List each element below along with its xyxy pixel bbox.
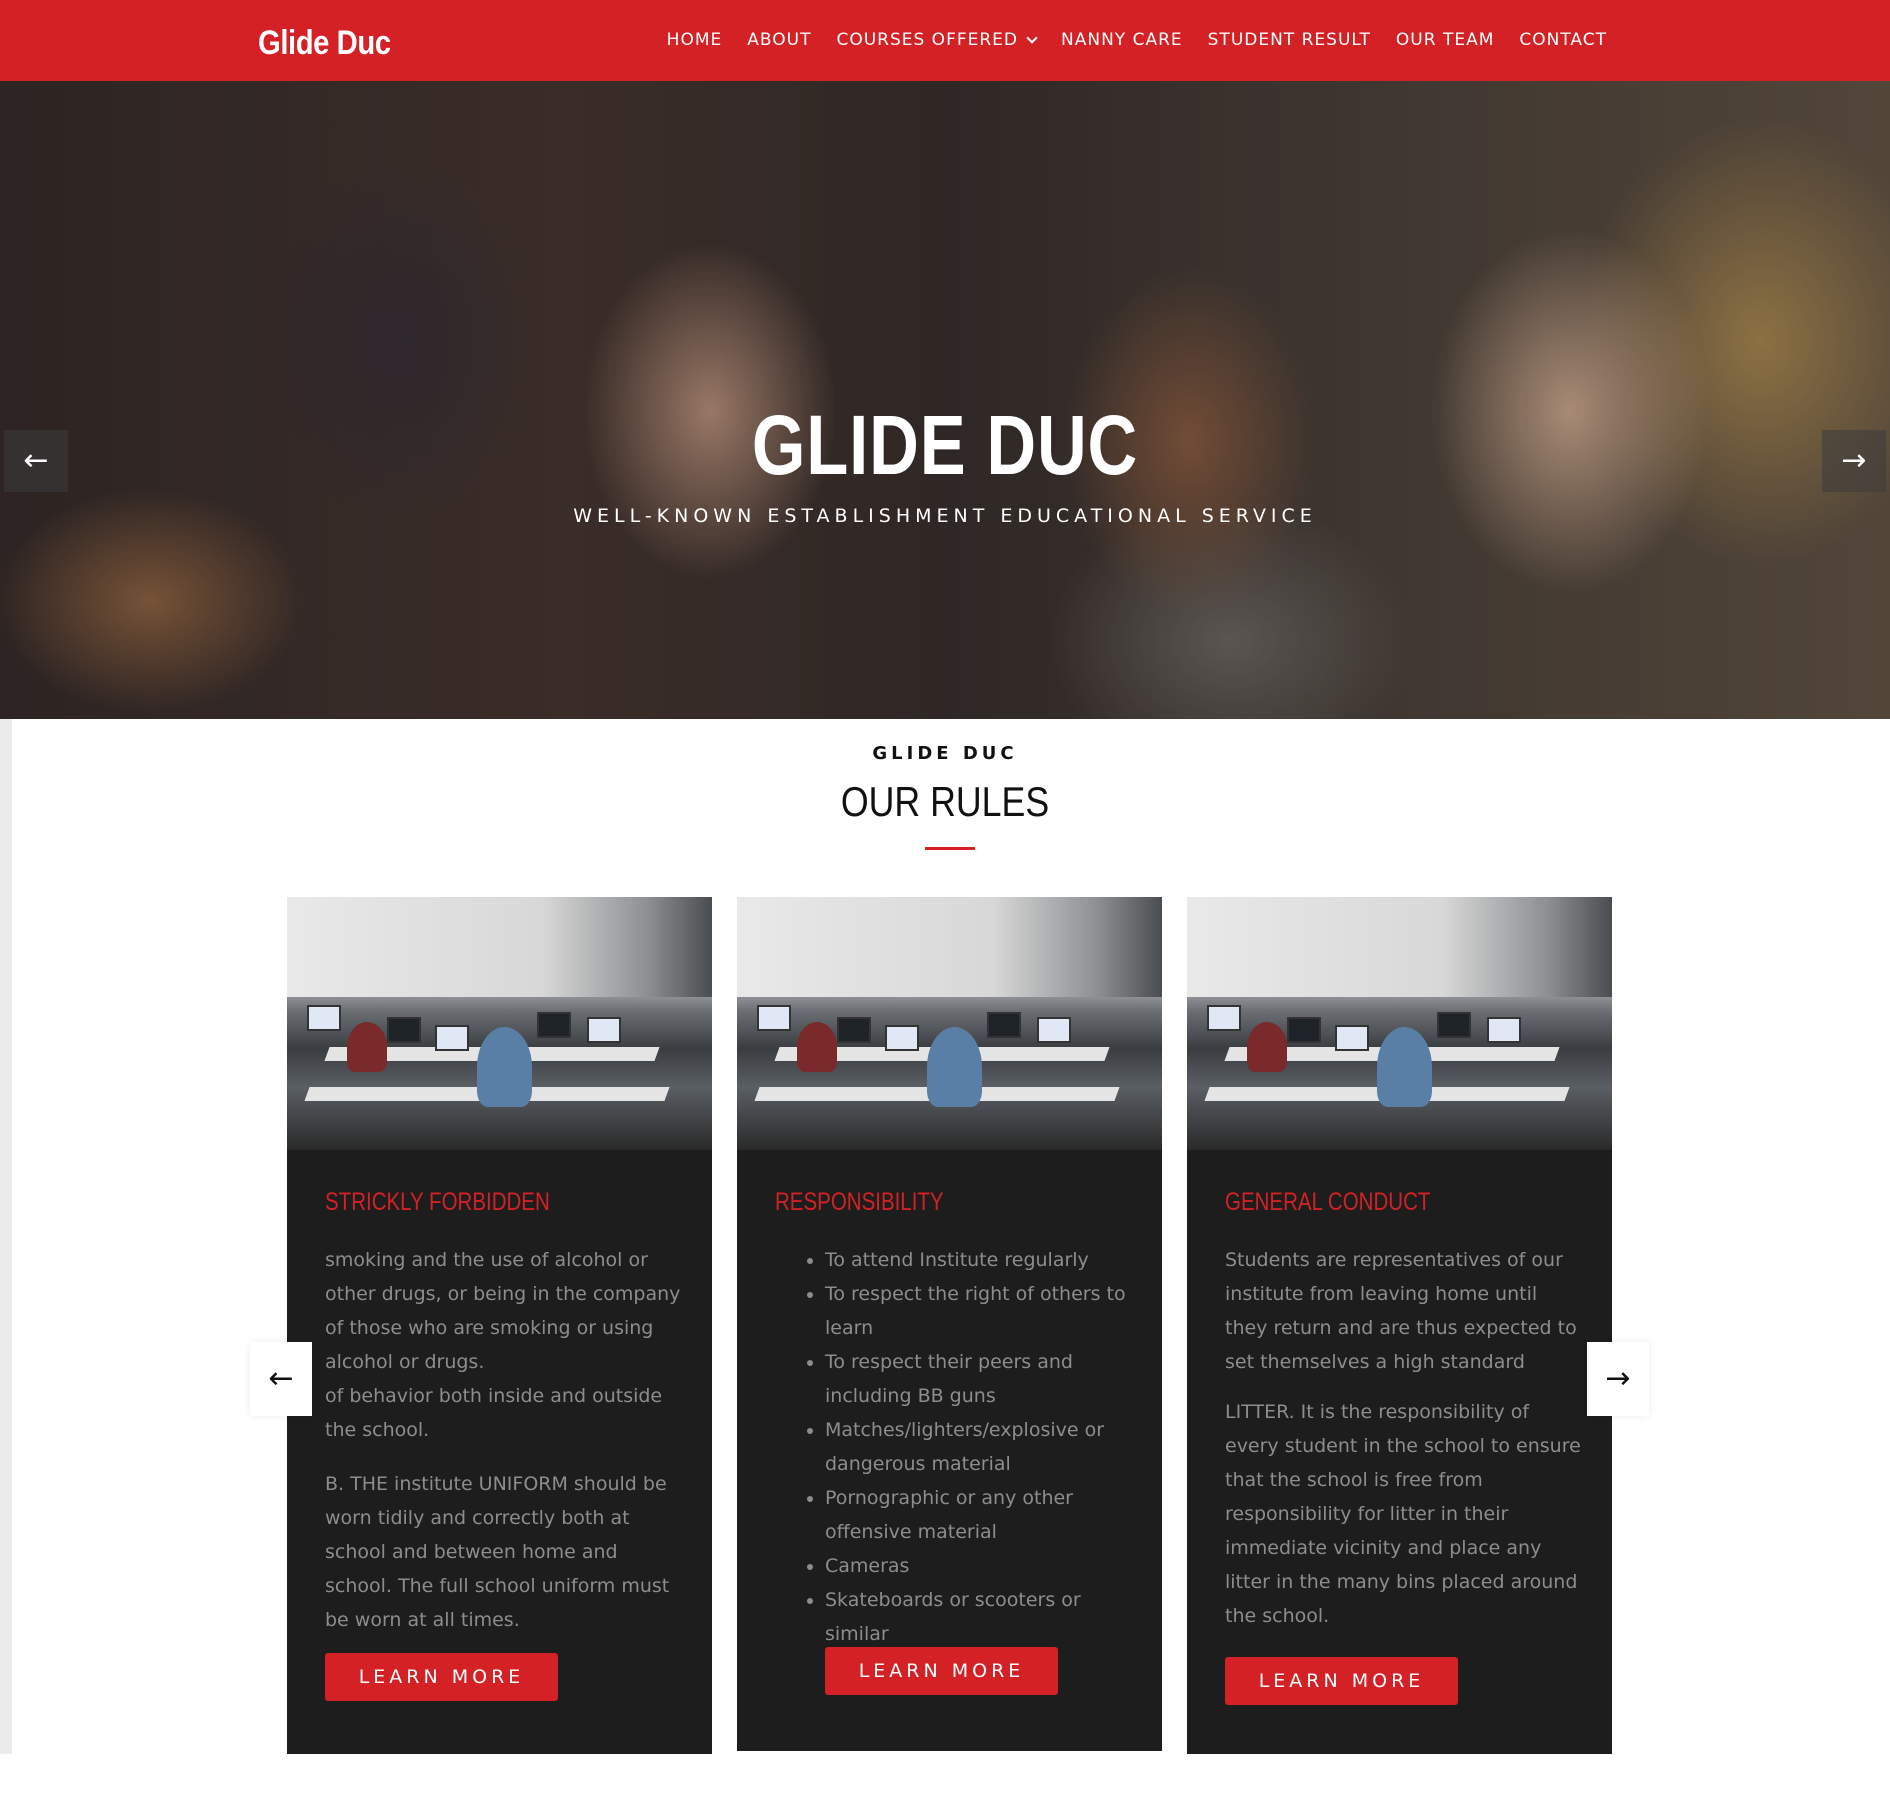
arrow-right-icon: → — [1605, 1361, 1631, 1396]
computer-lab-image — [287, 897, 712, 1150]
brand-logo[interactable]: Glide Duc — [258, 24, 391, 63]
nav-courses-dropdown[interactable]: COURSES OFFERED — [836, 30, 1038, 50]
list-item: Cameras — [825, 1549, 1145, 1583]
cards-prev-button[interactable]: ← — [250, 1342, 312, 1416]
nav-our-team-link[interactable]: OUR TEAM — [1396, 30, 1494, 50]
card-heading: GENERAL CONDUCT — [1225, 1188, 1431, 1216]
hero-subtitle: WELL-KNOWN ESTABLISHMENT EDUCATIONAL SER… — [573, 505, 1317, 527]
list-item: Pornographic or any other offensive mate… — [825, 1481, 1145, 1549]
card-body: To attend Institute regularly To respect… — [775, 1243, 1145, 1651]
nav-our-team-label: OUR TEAM — [1395, 30, 1495, 50]
card-paragraph: of behavior both inside and outside the … — [325, 1385, 663, 1441]
cards-next-button[interactable]: → — [1587, 1342, 1649, 1416]
main-menu: HOME ABOUT COURSES OFFERED NANNY CARE ST… — [642, 30, 1607, 50]
hero-slider: GLIDE DUC WELL-KNOWN ESTABLISHMENT EDUCA… — [0, 81, 1890, 719]
responsibility-list: To attend Institute regularly To respect… — [775, 1243, 1145, 1651]
nav-nanny-care-link[interactable]: NANNY CARE — [1061, 30, 1183, 50]
nav-about-label: ABOUT — [747, 30, 812, 50]
hero-prev-button[interactable]: ← — [4, 430, 68, 492]
learn-more-button[interactable]: LEARN MORE — [825, 1647, 1058, 1695]
card-body: Students are representatives of our inst… — [1225, 1243, 1585, 1649]
rule-card-responsibility: RESPONSIBILITY To attend Institute regul… — [737, 897, 1162, 1751]
nav-about-link[interactable]: ABOUT — [747, 30, 811, 50]
card-paragraph: smoking and the use of alcohol or other … — [325, 1249, 681, 1373]
arrow-left-icon: ← — [23, 443, 49, 478]
computer-lab-image — [1187, 897, 1612, 1150]
rule-card-forbidden: STRICKLY FORBIDDEN smoking and the use o… — [287, 897, 712, 1754]
top-navbar: Glide Duc HOME ABOUT COURSES OFFERED NAN… — [0, 0, 1890, 81]
card-paragraph: LITTER. It is the responsibility of ever… — [1225, 1401, 1581, 1627]
rule-card-conduct: GENERAL CONDUCT Students are representat… — [1187, 897, 1612, 1754]
section-title: OUR RULES — [840, 778, 1050, 825]
left-edge-strip — [0, 719, 12, 1754]
computer-lab-image — [737, 897, 1162, 1150]
card-heading: RESPONSIBILITY — [775, 1188, 944, 1216]
learn-more-button[interactable]: LEARN MORE — [325, 1653, 558, 1701]
chevron-down-icon — [1026, 31, 1038, 44]
arrow-right-icon: → — [1841, 443, 1867, 478]
card-paragraph: B. THE institute UNIFORM should be worn … — [325, 1473, 670, 1631]
nav-student-result-label: STUDENT RESULT — [1207, 30, 1371, 50]
title-divider — [925, 847, 975, 850]
nav-nanny-care-label: NANNY CARE — [1061, 30, 1183, 50]
learn-more-button[interactable]: LEARN MORE — [1225, 1657, 1458, 1705]
card-heading: STRICKLY FORBIDDEN — [325, 1188, 550, 1216]
hero-title: GLIDE DUC — [751, 398, 1139, 492]
list-item: To respect the right of others to learn — [825, 1277, 1145, 1345]
card-paragraph: Students are representatives of our inst… — [1225, 1249, 1577, 1373]
nav-home-label: HOME — [666, 30, 723, 50]
nav-home-link[interactable]: HOME — [667, 30, 723, 50]
nav-student-result-link[interactable]: STUDENT RESULT — [1208, 30, 1371, 50]
list-item: Skateboards or scooters or similar — [825, 1583, 1145, 1651]
list-item: To attend Institute regularly — [825, 1243, 1145, 1277]
list-item: Matches/lighters/explosive or dangerous … — [825, 1413, 1145, 1481]
nav-contact-label: CONTACT — [1519, 30, 1607, 50]
nav-contact-link[interactable]: CONTACT — [1519, 30, 1607, 50]
card-body: smoking and the use of alcohol or other … — [325, 1243, 681, 1653]
list-item: To respect their peers and including BB … — [825, 1345, 1145, 1413]
arrow-left-icon: ← — [268, 1361, 294, 1396]
section-eyebrow: GLIDE DUC — [872, 743, 1018, 764]
nav-courses-label: COURSES OFFERED — [836, 30, 1019, 50]
hero-next-button[interactable]: → — [1822, 430, 1886, 492]
